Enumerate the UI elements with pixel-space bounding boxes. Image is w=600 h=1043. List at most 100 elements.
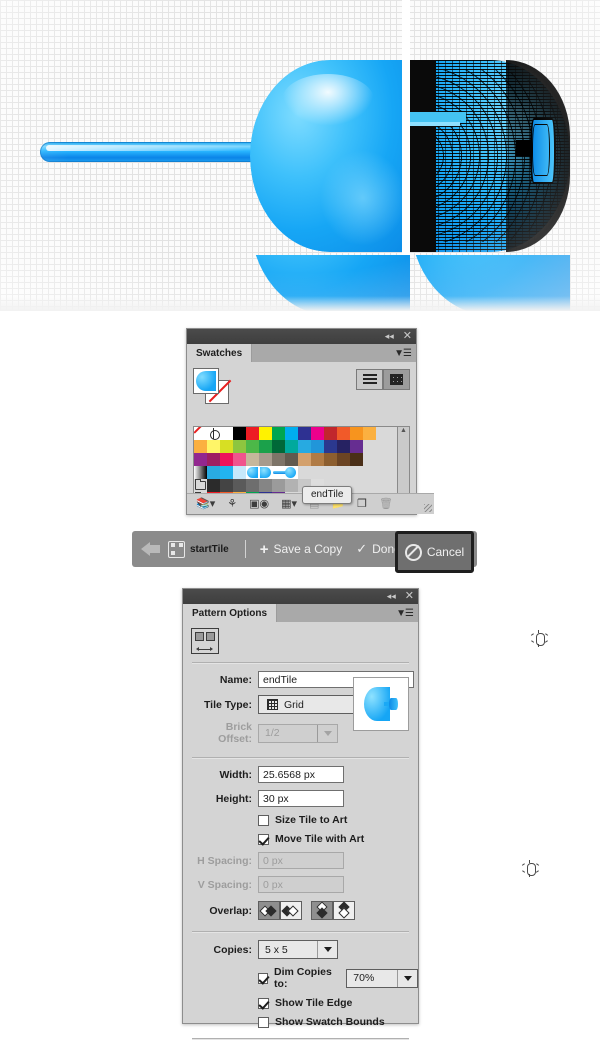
swatch-cell[interactable] — [233, 427, 246, 440]
swatch-cell[interactable] — [233, 479, 246, 492]
swatch-cell[interactable] — [350, 427, 363, 440]
show-swatch-bounds-row[interactable]: Show Swatch Bounds — [183, 1016, 418, 1028]
swatch-options-grid-icon[interactable]: ▦▾ — [281, 498, 297, 510]
swatch-cell[interactable] — [220, 466, 233, 479]
panel-menu-icon[interactable]: ▼☰ — [394, 348, 412, 359]
back-arrow-icon[interactable] — [141, 541, 161, 557]
scroll-up-arrow-icon[interactable]: ▲ — [400, 427, 407, 435]
pattern-tile-tool-icon[interactable] — [191, 628, 219, 654]
swatch-cell[interactable] — [350, 440, 363, 453]
swatch-pattern-pin[interactable] — [272, 466, 298, 479]
overlap-bottom-in-front-button[interactable] — [333, 900, 355, 920]
grid-view-button[interactable] — [383, 369, 410, 390]
width-input[interactable]: 25.6568 px — [258, 766, 344, 783]
fill-swatch[interactable] — [193, 368, 219, 394]
swatch-cell[interactable] — [246, 479, 259, 492]
swatch-cell[interactable] — [220, 479, 233, 492]
show-swatch-bounds-checkbox[interactable] — [258, 1016, 269, 1028]
move-tile-with-art-checkbox[interactable] — [258, 833, 269, 845]
resize-grip[interactable] — [424, 504, 432, 512]
swatch-cell[interactable] — [207, 466, 220, 479]
close-icon[interactable]: ✕ — [403, 331, 412, 342]
overlap-right-in-front-button[interactable] — [280, 901, 302, 920]
swatch-cell[interactable] — [272, 427, 285, 440]
swatch-cell[interactable] — [246, 427, 259, 440]
cancel-button[interactable]: Cancel — [395, 531, 474, 573]
swatch-cell[interactable] — [272, 453, 285, 466]
swatch-cell[interactable] — [350, 453, 363, 466]
move-tile-with-art-row[interactable]: Move Tile with Art — [183, 833, 418, 845]
swatch-cell[interactable] — [207, 440, 220, 453]
swatch-pattern-half-left[interactable] — [246, 466, 259, 479]
dim-copies-row[interactable]: Dim Copies to: 70% — [183, 966, 418, 990]
swatch-cell[interactable] — [220, 427, 233, 440]
swatch-cell[interactable] — [324, 440, 337, 453]
swatch-libraries-icon[interactable]: 📚▾ — [196, 498, 215, 510]
show-tile-edge-row[interactable]: Show Tile Edge — [183, 997, 418, 1009]
swatch-cell[interactable] — [272, 440, 285, 453]
swatch-cell[interactable] — [246, 453, 259, 466]
swatch-cell[interactable] — [272, 479, 285, 492]
overlap-top-in-front-button[interactable] — [311, 900, 333, 920]
new-swatch-icon[interactable]: ❐ — [357, 498, 367, 510]
constrain-proportions-icon[interactable] — [530, 630, 549, 647]
swatch-cell[interactable] — [337, 453, 350, 466]
size-tile-to-art-checkbox[interactable] — [258, 814, 269, 826]
show-tile-edge-checkbox[interactable] — [258, 997, 269, 1009]
delete-swatch-icon[interactable]: 🗑 — [379, 498, 393, 510]
panel-menu-icon[interactable]: ▼☰ — [396, 608, 414, 619]
overlap-left-in-front-button[interactable] — [258, 901, 280, 920]
size-tile-to-art-row[interactable]: Size Tile to Art — [183, 814, 418, 826]
swatch-cell[interactable] — [285, 427, 298, 440]
color-group-folder-icon[interactable] — [194, 479, 207, 492]
swatch-cell[interactable] — [233, 440, 246, 453]
dim-copies-select[interactable]: 70% — [346, 968, 418, 988]
swatch-cell[interactable] — [285, 479, 298, 492]
swatch-cell[interactable] — [220, 440, 233, 453]
tab-swatches[interactable]: Swatches — [187, 344, 253, 362]
constrain-spacing-icon[interactable] — [521, 860, 540, 877]
swatch-cell[interactable] — [311, 453, 324, 466]
swatch-cell[interactable] — [259, 453, 272, 466]
swatch-cell[interactable] — [220, 453, 233, 466]
color-group-link-icon[interactable]: ⚘ — [227, 498, 237, 510]
swatch-cell[interactable] — [298, 427, 311, 440]
list-view-button[interactable] — [356, 369, 383, 390]
swatch-registration[interactable] — [207, 427, 220, 440]
swatch-cell[interactable] — [285, 440, 298, 453]
save-a-copy-button[interactable]: + Save a Copy — [260, 542, 342, 557]
swatch-cell[interactable] — [259, 427, 272, 440]
fill-stroke-indicator[interactable] — [193, 368, 232, 404]
dim-copies-checkbox[interactable] — [258, 972, 269, 984]
swatch-pattern-half-right[interactable] — [259, 466, 272, 479]
swatch-cell[interactable] — [311, 440, 324, 453]
swatch-cell[interactable] — [337, 440, 350, 453]
swatch-cell[interactable] — [194, 453, 207, 466]
swatch-cell[interactable] — [298, 440, 311, 453]
pattern-edit-canvas[interactable] — [0, 0, 600, 311]
swatch-cell[interactable] — [298, 453, 311, 466]
swatch-cell[interactable] — [363, 427, 376, 440]
copies-select[interactable]: 5 x 5 — [258, 940, 338, 959]
swatch-cell[interactable] — [207, 453, 220, 466]
swatch-cell[interactable] — [246, 440, 259, 453]
swatch-cell[interactable] — [324, 427, 337, 440]
tab-pattern-options[interactable]: Pattern Options — [183, 604, 278, 622]
collapse-double-arrow-icon[interactable]: ◂◂ — [385, 332, 394, 341]
swatch-cell[interactable] — [259, 440, 272, 453]
swatch-cell[interactable] — [311, 427, 324, 440]
chevron-down-icon[interactable] — [317, 941, 337, 958]
chevron-down-icon[interactable] — [397, 969, 417, 987]
collapse-double-arrow-icon[interactable]: ◂◂ — [387, 592, 396, 601]
swatch-cell[interactable] — [233, 466, 246, 479]
swatch-none[interactable] — [194, 427, 207, 440]
swatch-cell[interactable] — [207, 479, 220, 492]
swatch-cell[interactable] — [324, 453, 337, 466]
swatch-cell[interactable] — [337, 427, 350, 440]
close-icon[interactable]: ✕ — [405, 591, 414, 602]
swatch-cell[interactable] — [259, 479, 272, 492]
show-swatch-kinds-icon[interactable]: ▣◉ — [249, 498, 269, 510]
swatch-cell[interactable] — [194, 440, 207, 453]
swatch-cell[interactable] — [285, 453, 298, 466]
height-input[interactable]: 30 px — [258, 790, 344, 807]
